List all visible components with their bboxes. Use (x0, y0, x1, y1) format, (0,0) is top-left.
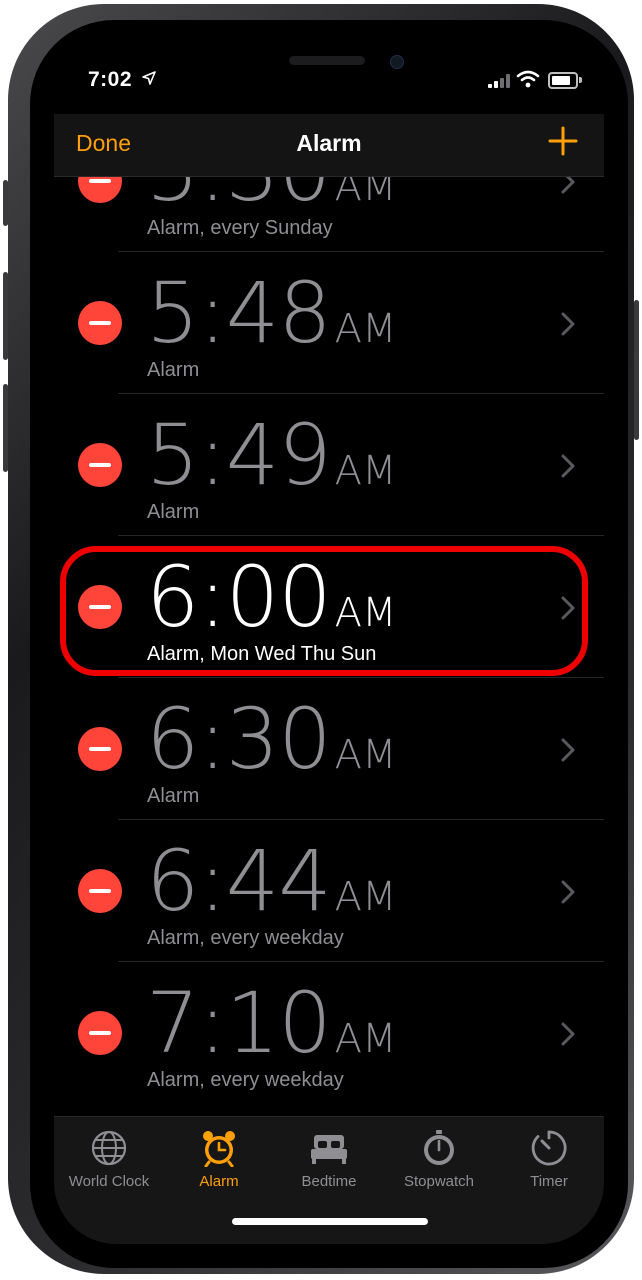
alarm-row[interactable]: 5:48 AM Alarm (54, 252, 604, 394)
battery-icon (548, 72, 582, 89)
alarm-time: 7:10 AM (146, 974, 397, 1072)
tab-alarm[interactable]: Alarm (164, 1117, 274, 1207)
notch (174, 44, 484, 90)
chevron-right-icon[interactable] (560, 1022, 576, 1046)
chevron-right-icon[interactable] (560, 738, 576, 762)
alarm-label: Alarm, every weekday (147, 927, 344, 949)
home-indicator[interactable] (232, 1218, 428, 1225)
alarm-label: Alarm (147, 785, 200, 807)
delete-alarm-button[interactable] (78, 301, 122, 345)
screen: 7:02 Done Alarm AM Alarm, every Sunday 5… (54, 44, 604, 1244)
alarm-row[interactable]: 6:00 AM Alarm, Mon Wed Thu Sun (54, 536, 604, 678)
chevron-right-icon[interactable] (560, 312, 576, 336)
page-title: Alarm (296, 130, 362, 156)
tab-label: World Clock (68, 1173, 150, 1190)
volume-up-button (3, 272, 8, 360)
navigation-bar: Done Alarm (54, 114, 604, 177)
alarm-time: 6:44 AM (146, 832, 397, 930)
power-button (634, 300, 639, 440)
alarm-label: Alarm, every Sunday (147, 217, 333, 239)
tab-label: Stopwatch (403, 1173, 475, 1190)
location-arrow-icon (142, 71, 156, 85)
tab-label: Bedtime (301, 1173, 357, 1190)
delete-alarm-button[interactable] (78, 585, 122, 629)
alarm-row[interactable]: 7:10 AM Alarm, every weekday (54, 962, 604, 1104)
delete-alarm-button[interactable] (78, 1011, 122, 1055)
alarm-label: Alarm, every weekday (147, 1069, 344, 1091)
chevron-right-icon[interactable] (560, 596, 576, 620)
alarm-label: Alarm (147, 501, 200, 523)
cellular-signal-icon (488, 74, 510, 88)
delete-alarm-button[interactable] (78, 443, 122, 487)
done-button[interactable]: Done (76, 130, 131, 157)
alarm-row[interactable]: 6:44 AM Alarm, every weekday (54, 820, 604, 962)
alarm-time: 6:00 AM (146, 548, 397, 646)
alarm-time: 5:48 AM (146, 264, 397, 362)
front-camera (390, 55, 404, 69)
alarm-time: 5:30AM (146, 176, 397, 220)
tab-label: Alarm (199, 1173, 239, 1190)
tab-world-clock[interactable]: World Clock (54, 1117, 164, 1207)
phone-frame: 7:02 Done Alarm AM Alarm, every Sunday 5… (3, 4, 639, 1274)
chevron-right-icon[interactable] (560, 176, 576, 194)
speaker-grille (289, 56, 365, 65)
tab-stopwatch[interactable]: Stopwatch (384, 1117, 494, 1207)
status-time: 7:02 (88, 68, 133, 91)
delete-alarm-button[interactable] (78, 727, 122, 771)
tab-bedtime[interactable]: Bedtime (274, 1117, 384, 1207)
bed-icon (311, 1135, 347, 1164)
alarm-list[interactable]: 5:30AM Alarm, every Sunday 5:48AM Alarm … (54, 176, 604, 1116)
alarm-row[interactable]: 5:49 AM Alarm (54, 394, 604, 536)
globe-icon (91, 1130, 127, 1166)
delete-alarm-button[interactable] (78, 869, 122, 913)
alarm-row[interactable]: 5:30AM Alarm, every Sunday (54, 176, 604, 252)
chevron-right-icon[interactable] (560, 880, 576, 904)
silent-switch (3, 180, 8, 226)
wifi-icon (516, 70, 540, 88)
stopwatch-icon (424, 1130, 454, 1165)
tab-timer[interactable]: Timer (494, 1117, 604, 1207)
volume-down-button (3, 384, 8, 472)
chevron-right-icon[interactable] (560, 454, 576, 478)
alarm-time: 5:49 AM (146, 406, 397, 504)
alarm-row[interactable]: 6:30 AM Alarm (54, 678, 604, 820)
alarm-label: Alarm (147, 359, 200, 381)
timer-icon (531, 1130, 567, 1166)
alarm-label: Alarm, Mon Wed Thu Sun (147, 643, 377, 665)
alarm-time: 6:30 AM (146, 690, 397, 788)
alarm-clock-icon (203, 1131, 235, 1167)
add-alarm-button[interactable] (546, 124, 580, 158)
tab-label: Timer (530, 1173, 568, 1190)
delete-alarm-button[interactable] (78, 176, 122, 203)
